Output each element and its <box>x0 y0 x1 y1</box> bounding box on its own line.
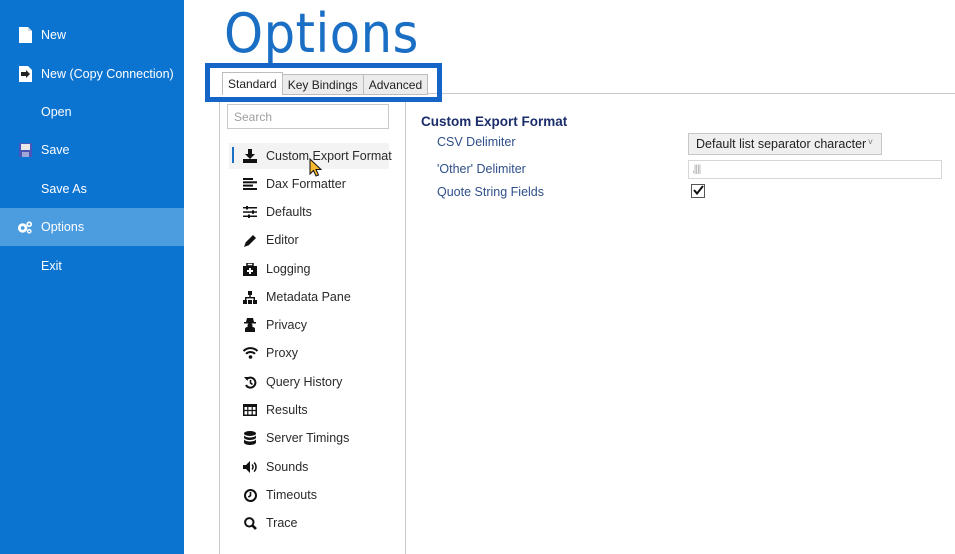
nav-item-editor[interactable]: Editor <box>229 227 389 253</box>
sidebar-item-label: Save As <box>41 182 87 196</box>
sidebar-item-options[interactable]: Options <box>0 208 184 246</box>
nav-item-defaults[interactable]: Defaults <box>229 199 389 225</box>
section-title: Custom Export Format <box>421 114 568 129</box>
page-title: Options <box>224 2 419 65</box>
csv-delimiter-label: CSV Delimiter <box>437 135 516 149</box>
align-lines-icon <box>242 176 258 192</box>
sidebar-item-open[interactable]: Open <box>0 93 184 131</box>
nav-item-label: Timeouts <box>266 488 317 502</box>
table-icon <box>242 402 258 418</box>
medkit-icon <box>242 261 258 277</box>
sidebar-item-new-copy-connection[interactable]: New (Copy Connection) <box>0 55 184 93</box>
mouse-pointer-icon <box>309 157 323 178</box>
nav-item-label: Defaults <box>266 205 312 219</box>
selection-marker <box>232 147 234 163</box>
wifi-icon <box>242 345 258 361</box>
csv-delimiter-value: Default list separator character <box>696 137 867 151</box>
sidebar-item-exit[interactable]: Exit <box>0 247 184 285</box>
database-icon <box>242 430 258 446</box>
nav-item-sounds[interactable]: Sounds <box>229 454 389 480</box>
tab-strip-divider <box>426 93 955 94</box>
search-input[interactable] <box>227 104 389 129</box>
sidebar-item-label: New (Copy Connection) <box>41 67 174 81</box>
nav-item-label: Privacy <box>266 318 307 332</box>
nav-item-label: Dax Formatter <box>266 177 346 191</box>
user-secret-icon <box>242 317 258 333</box>
nav-item-label: Proxy <box>266 346 298 360</box>
other-delimiter-label: 'Other' Delimiter <box>437 162 526 176</box>
sidebar-item-save[interactable]: Save <box>0 131 184 169</box>
nav-item-label: Trace <box>266 516 298 530</box>
nav-item-label: Metadata Pane <box>266 290 351 304</box>
tab-standard[interactable]: Standard <box>222 72 283 95</box>
volume-icon <box>242 459 258 475</box>
sitemap-icon <box>242 289 258 305</box>
sidebar-item-label: Save <box>41 143 70 157</box>
search-icon <box>242 515 258 531</box>
sidebar-item-save-as[interactable]: Save As <box>0 170 184 208</box>
nav-item-label: Sounds <box>266 460 309 474</box>
sidebar-item-label: Options <box>41 220 85 234</box>
other-delimiter-input[interactable] <box>688 160 942 179</box>
copy-connection-icon <box>17 66 33 82</box>
pencil-icon <box>242 232 258 248</box>
history-icon <box>242 374 258 390</box>
nav-item-label: Logging <box>266 262 311 276</box>
nav-item-query-history[interactable]: Query History <box>229 369 389 395</box>
clock-icon <box>242 487 258 503</box>
chevron-down-icon: ˅ <box>867 137 873 147</box>
sidebar: New New (Copy Connection) Open Save Save… <box>0 0 184 554</box>
sidebar-item-label: Exit <box>41 259 62 273</box>
nav-item-server-timings[interactable]: Server Timings <box>229 425 389 451</box>
nav-item-label: Query History <box>266 375 343 389</box>
new-document-icon <box>17 27 33 43</box>
nav-item-label: Results <box>266 403 308 417</box>
sidebar-item-label: New <box>41 28 67 42</box>
nav-item-trace[interactable]: Trace <box>229 510 389 536</box>
nav-item-timeouts[interactable]: Timeouts <box>229 482 389 508</box>
tab-key-bindings[interactable]: Key Bindings <box>281 74 364 95</box>
download-icon <box>242 148 258 164</box>
sidebar-item-new[interactable]: New <box>0 16 184 54</box>
checkmark-icon <box>692 182 704 200</box>
sliders-icon <box>242 204 258 220</box>
nav-item-label: Server Timings <box>266 431 350 445</box>
nav-item-proxy[interactable]: Proxy <box>229 340 389 366</box>
nav-item-privacy[interactable]: Privacy <box>229 312 389 338</box>
nav-item-label: Editor <box>266 233 299 247</box>
nav-item-logging[interactable]: Logging <box>229 256 389 282</box>
csv-delimiter-dropdown[interactable]: Default list separator character ˅ <box>688 133 882 155</box>
nav-item-label: Custom Export Format <box>266 149 392 163</box>
quote-string-fields-checkbox[interactable] <box>691 184 705 198</box>
tab-bar: Standard Key Bindings Advanced <box>222 72 429 95</box>
save-icon <box>17 142 33 158</box>
tab-advanced[interactable]: Advanced <box>362 74 429 95</box>
gears-icon <box>17 219 33 235</box>
nav-item-results[interactable]: Results <box>229 397 389 423</box>
sidebar-item-label: Open <box>41 105 72 119</box>
nav-item-metadata-pane[interactable]: Metadata Pane <box>229 284 389 310</box>
quote-string-fields-label: Quote String Fields <box>437 185 544 199</box>
